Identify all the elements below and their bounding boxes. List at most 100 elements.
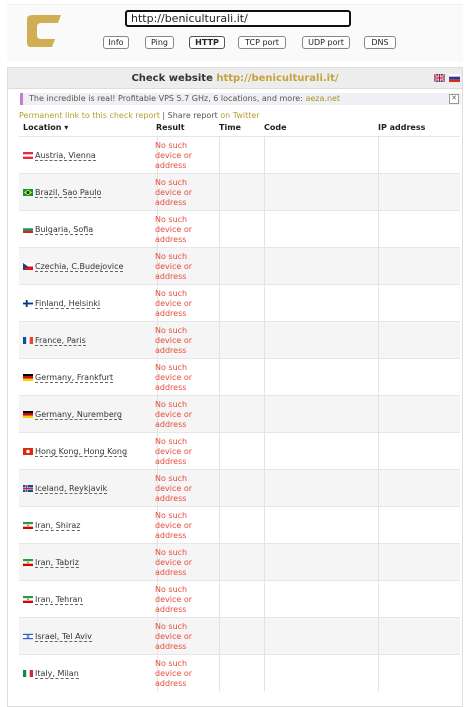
location-cell[interactable]: Brazil, Sao Paulo (23, 188, 102, 198)
location-cell[interactable]: Hong Kong, Hong Kong (23, 447, 128, 457)
ad-link[interactable]: aeza.net (305, 94, 340, 103)
location-cell[interactable]: Israel, Tel Aviv (23, 632, 92, 642)
result-cell: No such device or address (155, 474, 193, 503)
close-icon[interactable]: ✕ (449, 94, 459, 104)
title-host-link[interactable]: http://beniculturali.it/ (216, 73, 338, 84)
cz-flag-icon (23, 263, 33, 270)
location-cell[interactable]: Iceland, Reykjavik (23, 484, 108, 494)
ir-flag-icon (23, 522, 33, 529)
col-location-header[interactable]: Location ▾ (23, 123, 68, 132)
location-name[interactable]: Czechia, C.Budejovice (35, 262, 124, 272)
de-flag-icon (23, 411, 33, 418)
result-cell: No such device or address (155, 178, 193, 207)
header: Info Ping HTTP TCP port UDP port DNS (7, 4, 463, 61)
site-logo[interactable] (25, 13, 63, 49)
report-links: Permanent link to this check report | Sh… (19, 111, 260, 120)
result-cell: No such device or address (155, 326, 193, 355)
result-cell: No such device or address (155, 548, 193, 577)
location-cell[interactable]: Iran, Tabriz (23, 558, 79, 568)
results-table: Austria, Vienna No such device or address… (19, 136, 460, 691)
location-name[interactable]: Finland, Helsinki (35, 299, 101, 309)
location-cell[interactable]: Germany, Nuremberg (23, 410, 122, 420)
result-cell: No such device or address (155, 659, 193, 688)
hk-flag-icon (23, 448, 33, 455)
tool-ping-button[interactable]: Ping (145, 36, 174, 49)
location-name[interactable]: Austria, Vienna (35, 151, 96, 161)
result-cell: No such device or address (155, 363, 193, 392)
table-row: Germany, Nuremberg No such device or addr… (19, 395, 460, 432)
tool-udp-button[interactable]: UDP port (302, 36, 350, 49)
location-name[interactable]: Iceland, Reykjavik (35, 484, 108, 494)
results-panel: Check website http://beniculturali.it/ T… (7, 67, 463, 707)
url-input[interactable] (125, 10, 351, 27)
table-row: Bulgaria, Sofia No such device or address (19, 210, 460, 247)
result-cell: No such device or address (155, 511, 193, 540)
table-row: Iran, Shiraz No such device or address (19, 506, 460, 543)
table-row: Italy, Milan No such device or address (19, 654, 460, 691)
result-cell: No such device or address (155, 585, 193, 614)
location-cell[interactable]: Bulgaria, Sofia (23, 225, 94, 235)
location-cell[interactable]: France, Paris (23, 336, 86, 346)
location-name[interactable]: Germany, Nuremberg (35, 410, 122, 420)
location-name[interactable]: Iran, Shiraz (35, 521, 81, 531)
at-flag-icon (23, 152, 33, 159)
location-name[interactable]: Hong Kong, Hong Kong (35, 447, 128, 457)
result-cell: No such device or address (155, 622, 193, 651)
it-flag-icon (23, 670, 33, 677)
location-name[interactable]: Israel, Tel Aviv (35, 632, 92, 642)
location-cell[interactable]: Italy, Milan (23, 669, 79, 679)
table-row: Finland, Helsinki No such device or addre… (19, 284, 460, 321)
tool-dns-button[interactable]: DNS (364, 36, 396, 49)
table-row: France, Paris No such device or address (19, 321, 460, 358)
br-flag-icon (23, 189, 33, 196)
location-cell[interactable]: Iran, Tehran (23, 595, 83, 605)
col-time-header: Time (219, 123, 241, 132)
location-cell[interactable]: Austria, Vienna (23, 151, 96, 161)
location-name[interactable]: Brazil, Sao Paulo (35, 188, 102, 198)
location-cell[interactable]: Finland, Helsinki (23, 299, 101, 309)
table-row: Iran, Tabriz No such device or address (19, 543, 460, 580)
location-name[interactable]: Iran, Tabriz (35, 558, 79, 568)
table-row: Iran, Tehran No such device or address (19, 580, 460, 617)
location-name[interactable]: France, Paris (35, 336, 86, 346)
table-row: Austria, Vienna No such device or address (19, 136, 460, 173)
fi-flag-icon (23, 300, 33, 307)
permanent-link[interactable]: Permanent link to this check report (19, 111, 160, 120)
tool-http-button[interactable]: HTTP (189, 36, 225, 49)
title-prefix: Check website (131, 73, 213, 84)
share-report-label: Share report (167, 111, 218, 120)
col-ip-header: IP address (378, 123, 426, 132)
result-cell: No such device or address (155, 252, 193, 281)
table-row: Hong Kong, Hong Kong No such device or ad… (19, 432, 460, 469)
result-cell: No such device or address (155, 437, 193, 466)
tool-info-button[interactable]: Info (103, 36, 129, 49)
location-name[interactable]: Italy, Milan (35, 669, 79, 679)
is-flag-icon (23, 485, 33, 492)
table-row: Germany, Frankfurt No such device or addr… (19, 358, 460, 395)
location-cell[interactable]: Germany, Frankfurt (23, 373, 114, 383)
table-row: Czechia, C.Budejovice No such device or a… (19, 247, 460, 284)
il-flag-icon (23, 633, 33, 640)
page-title: Check website http://beniculturali.it/ (8, 73, 462, 84)
location-name[interactable]: Bulgaria, Sofia (35, 225, 94, 235)
twitter-share-link[interactable]: on Twitter (220, 111, 259, 120)
result-cell: No such device or address (155, 289, 193, 318)
result-cell: No such device or address (155, 400, 193, 429)
table-row: Iceland, Reykjavik No such device or addr… (19, 469, 460, 506)
de-flag-icon (23, 374, 33, 381)
col-result-header: Result (156, 123, 185, 132)
tool-tcp-button[interactable]: TCP port (238, 36, 286, 49)
english-flag-icon[interactable] (434, 74, 445, 82)
table-header: Location ▾ Result Time Code IP address (20, 123, 460, 136)
ir-flag-icon (23, 559, 33, 566)
location-name[interactable]: Germany, Frankfurt (35, 373, 114, 383)
location-cell[interactable]: Czechia, C.Budejovice (23, 262, 124, 272)
ad-text: The incredible is real! Profitable VPS 5… (29, 94, 341, 103)
fr-flag-icon (23, 337, 33, 344)
russian-flag-icon[interactable] (449, 74, 460, 82)
title-bar: Check website http://beniculturali.it/ (8, 68, 462, 89)
location-name[interactable]: Iran, Tehran (35, 595, 83, 605)
table-row: Israel, Tel Aviv No such device or addres… (19, 617, 460, 654)
location-cell[interactable]: Iran, Shiraz (23, 521, 81, 531)
ad-banner: The incredible is real! Profitable VPS 5… (20, 93, 461, 105)
